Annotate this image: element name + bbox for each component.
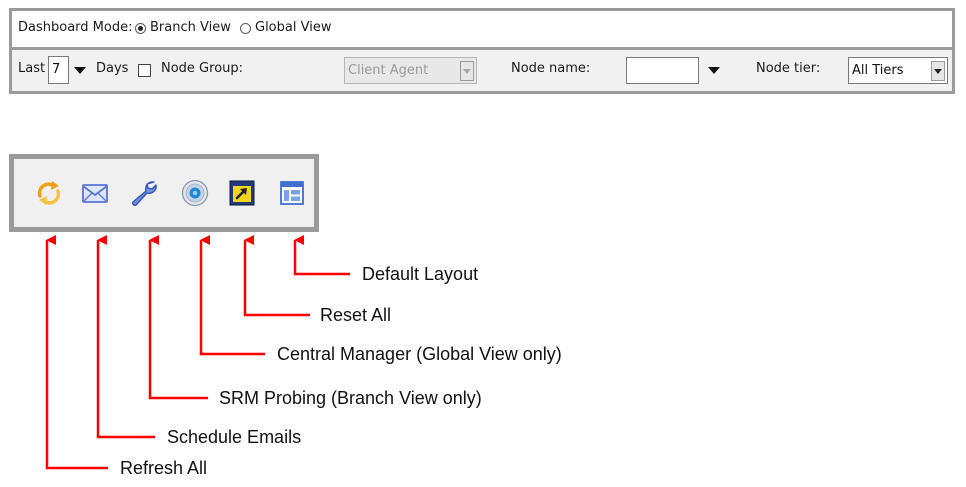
dashboard-toolbar xyxy=(9,154,319,232)
node-name-label: Node name: xyxy=(511,61,591,76)
node-tier-select[interactable]: All Tiers xyxy=(848,57,948,84)
branch-view-radio[interactable] xyxy=(135,23,146,34)
envelope-icon[interactable] xyxy=(80,178,110,208)
node-group-checkbox[interactable] xyxy=(138,64,151,77)
dashboard-mode-label: Dashboard Mode: xyxy=(18,20,133,35)
last-label: Last xyxy=(18,61,46,76)
node-name-input[interactable] xyxy=(626,57,699,84)
reset-all-callout-line xyxy=(243,235,310,317)
schedule-emails-label: Schedule Emails xyxy=(167,427,302,447)
default-layout-callout-line xyxy=(293,235,350,276)
refresh-icon[interactable] xyxy=(34,178,64,208)
reset-all-label: Reset All xyxy=(320,305,392,325)
global-view-label[interactable]: Global View xyxy=(255,20,331,35)
node-tier-dropdown-icon[interactable] xyxy=(931,61,945,81)
dashboard-filter-panel: Dashboard Mode: Branch View Global View … xyxy=(9,8,955,94)
branch-view-label[interactable]: Branch View xyxy=(150,20,231,35)
global-view-radio[interactable] xyxy=(240,23,251,34)
reset-icon[interactable] xyxy=(227,178,257,208)
wrench-icon[interactable] xyxy=(129,178,159,208)
default-layout-label: Default Layout xyxy=(362,264,479,284)
srm-probing-callout-line xyxy=(148,235,208,400)
node-group-select: Client Agent xyxy=(344,57,477,84)
layout-icon[interactable] xyxy=(277,178,307,208)
node-group-dropdown-icon xyxy=(460,61,474,81)
days-dropdown-arrow-icon[interactable] xyxy=(74,67,86,74)
filter-row: Last 7 Days Node Group: Client Agent Nod… xyxy=(12,50,952,91)
node-group-value: Client Agent xyxy=(348,63,429,78)
toolbar-inner xyxy=(14,159,314,227)
node-tier-value: All Tiers xyxy=(852,63,904,78)
dashboard-mode-row: Dashboard Mode: Branch View Global View xyxy=(12,11,952,47)
refresh-all-label: Refresh All xyxy=(120,458,208,478)
node-name-dropdown-arrow-icon[interactable] xyxy=(708,67,720,74)
refresh-all-callout-line xyxy=(45,235,108,470)
globe-icon[interactable] xyxy=(180,178,210,208)
schedule-emails-callout-line xyxy=(96,235,155,439)
days-input[interactable]: 7 xyxy=(48,56,69,84)
days-label: Days xyxy=(96,61,129,76)
srm-probing-label: SRM Probing (Branch View only) xyxy=(219,388,482,408)
central-manager-label: Central Manager (Global View only) xyxy=(277,344,562,364)
node-group-label: Node Group: xyxy=(161,61,244,76)
node-tier-label: Node tier: xyxy=(756,61,821,76)
central-manager-callout-line xyxy=(199,235,265,356)
